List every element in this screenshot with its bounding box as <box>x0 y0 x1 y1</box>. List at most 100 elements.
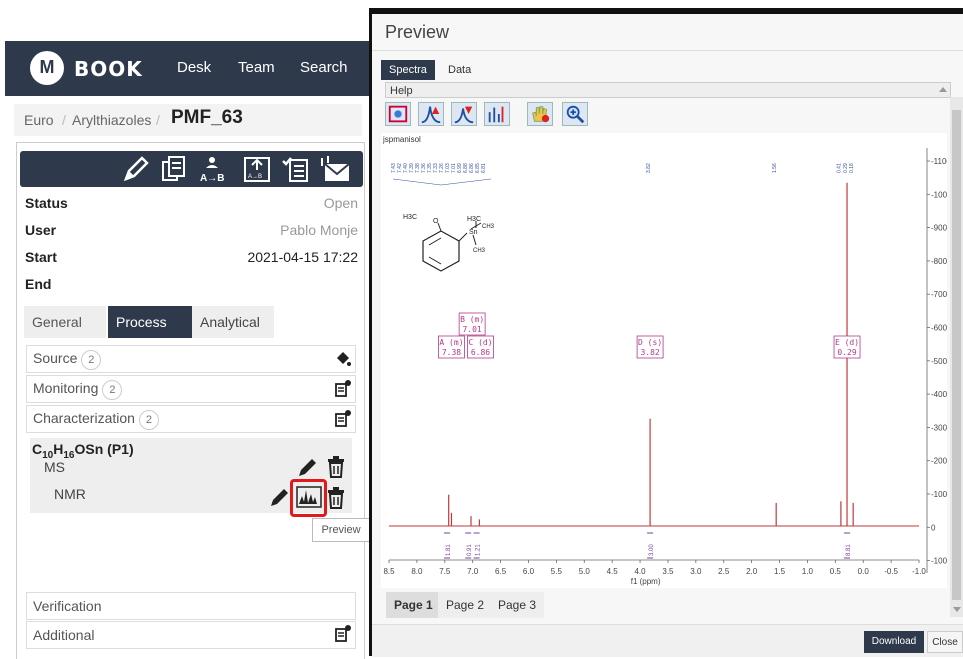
x-tick-label: 7.5 <box>439 567 451 576</box>
integral-value: 8.81 <box>846 544 852 556</box>
x-tick-label: 2.0 <box>746 567 758 576</box>
breadcrumb-item-arylthiazoles[interactable]: Arylthiazoles <box>72 112 151 128</box>
integrate-icon[interactable] <box>484 102 510 126</box>
page-2-button[interactable]: Page 2 <box>438 592 493 618</box>
monitoring-count: 2 <box>102 380 123 400</box>
structure-label: Sn <box>469 229 478 236</box>
peak-shift-label: 0.41 <box>836 163 842 173</box>
x-tick-label: 6.0 <box>523 567 535 576</box>
multiplet-label[interactable]: B (m)7.01 <box>458 312 486 336</box>
peak-pick-connector <box>392 178 492 186</box>
page-1-button[interactable]: Page 1 <box>386 592 441 618</box>
nmr-spectrum-chart[interactable]: H3C O H3C Sn CH3 CH3 8.5 8.0 7.5 7.0 6.5 6.0 5… <box>381 133 947 588</box>
tab-spectra[interactable]: Spectra <box>381 60 435 80</box>
integral-value: 0.91 <box>467 544 473 556</box>
multiplet-label[interactable]: A (m)7.38 <box>438 335 465 359</box>
peak-down-icon[interactable] <box>451 102 477 126</box>
preview-title: Preview <box>385 22 450 42</box>
integral-value: 1.81 <box>446 544 452 556</box>
molecule-structure: H3C O H3C Sn CH3 CH3 <box>403 214 495 272</box>
download-button[interactable]: Download <box>864 631 924 653</box>
edit-icon[interactable] <box>120 154 152 184</box>
tab-general[interactable]: General5 <box>24 306 106 365</box>
end-label: End <box>25 276 52 292</box>
multiplet-label[interactable]: C (d)6.86 <box>467 335 494 359</box>
user-value: Pablo Monje <box>280 222 358 238</box>
characterization-label: Characterization 2 <box>33 410 159 430</box>
checklist-icon[interactable] <box>280 154 312 184</box>
brand-name[interactable]: BOOK <box>74 57 143 81</box>
add-note-icon[interactable] <box>334 409 352 427</box>
scrollbar-thumb[interactable] <box>952 110 961 600</box>
nav-desk[interactable]: Desk <box>177 59 211 76</box>
peak-up-icon[interactable] <box>418 102 444 126</box>
peak-shift-label: 3.82 <box>646 163 652 173</box>
peak-shift-label: 0.29 <box>843 163 849 173</box>
trash-icon[interactable] <box>326 487 346 509</box>
mail-icon[interactable] <box>320 154 352 184</box>
y-tick-label: -700 <box>931 290 947 299</box>
paint-bucket-icon[interactable] <box>334 350 352 368</box>
zoom-in-icon[interactable] <box>562 102 588 126</box>
x-tick-label: 5.0 <box>579 567 591 576</box>
pan-icon[interactable] <box>527 102 553 126</box>
multiplet-label[interactable]: D (s)3.82 <box>636 335 664 359</box>
scroll-down-icon[interactable] <box>952 605 962 615</box>
help-menu[interactable]: Help <box>385 82 951 98</box>
peak-shift-label: 1.56 <box>772 163 778 173</box>
y-tick-label: -400 <box>931 390 947 399</box>
x-tick-label: 5.5 <box>551 567 563 576</box>
additional-label: Additional <box>33 627 95 643</box>
export-icon[interactable]: A→B <box>241 154 273 184</box>
y-tick-label: -500 <box>931 357 947 366</box>
add-note-icon[interactable] <box>334 379 352 397</box>
x-tick-label: 3.5 <box>662 567 674 576</box>
edit-icon[interactable] <box>268 487 290 509</box>
y-tick-label: 0 <box>931 523 936 532</box>
status-label: Status <box>25 195 68 211</box>
monitoring-label: Monitoring 2 <box>33 380 123 400</box>
x-tick-label: 6.5 <box>495 567 507 576</box>
source-label: Source 2 <box>33 350 102 370</box>
edit-icon[interactable] <box>296 457 318 479</box>
y-tick-label: -900 <box>931 224 947 233</box>
trash-icon[interactable] <box>326 456 346 478</box>
nav-search[interactable]: Search <box>300 59 348 76</box>
page-3-button[interactable]: Page 3 <box>490 592 545 618</box>
peak-shift-label: 0.18 <box>849 163 855 173</box>
preview-tooltip: Preview <box>312 518 370 542</box>
tab-general-label: General <box>32 314 82 330</box>
breadcrumb-separator: / <box>156 112 160 128</box>
multiplet-shift: 3.82 <box>640 348 659 357</box>
y-tick-label: -100 <box>931 490 947 499</box>
tab-process[interactable]: Process6 <box>108 306 192 364</box>
tab-analytical[interactable]: Analytical <box>192 306 274 338</box>
add-note-icon[interactable] <box>334 624 352 642</box>
multiplet-shift: 6.86 <box>471 348 490 357</box>
zoom-reset-icon[interactable] <box>385 102 411 126</box>
breadcrumb-separator: / <box>62 112 66 128</box>
x-tick-label: 1.5 <box>774 567 786 576</box>
x-tick-label: -0.5 <box>884 567 898 576</box>
page-title: PMF_63 <box>171 107 243 128</box>
structure-label: CH3 <box>482 224 495 230</box>
tab-data[interactable]: Data <box>440 60 479 80</box>
tab-analytical-label: Analytical <box>200 314 260 330</box>
preview-title-divider <box>372 50 963 51</box>
y-tick-label: -300 <box>931 423 947 432</box>
close-button[interactable]: Close <box>927 631 963 653</box>
start-label: Start <box>25 249 57 265</box>
x-tick-label: -1.0 <box>912 567 926 576</box>
transfer-icon[interactable]: A→B <box>196 154 228 184</box>
scroll-up-icon[interactable] <box>938 84 948 94</box>
y-tick-label: -800 <box>931 257 947 266</box>
logo-letter: M <box>39 57 55 77</box>
copy-icon[interactable] <box>158 154 190 184</box>
structure-label: CH3 <box>473 248 486 254</box>
structure-label: H3C <box>467 216 481 223</box>
breadcrumb-item-euro[interactable]: Euro <box>24 112 54 128</box>
multiplet-label[interactable]: E (d)0.29 <box>833 335 861 359</box>
sample-formula: C10H16OSn (P1) <box>32 441 134 461</box>
nav-team[interactable]: Team <box>238 59 275 76</box>
ms-label: MS <box>44 459 65 475</box>
